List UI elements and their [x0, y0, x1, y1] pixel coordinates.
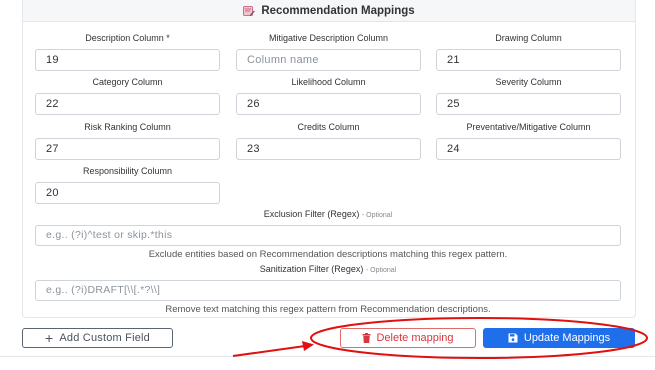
- field-label: Responsibility Column: [82, 166, 173, 176]
- field-responsibility-column: Responsibility Column 20: [35, 165, 220, 204]
- field-preventative-mitigative-column: Preventative/Mitigative Column 24: [436, 121, 621, 160]
- risk-ranking-column-input[interactable]: 27: [35, 138, 220, 160]
- exclusion-filter-help: Exclude entities based on Recommendation…: [148, 249, 508, 260]
- exclusion-filter-label-row: Exclusion Filter (Regex) - Optional: [35, 208, 621, 220]
- plus-icon: +: [44, 330, 54, 346]
- panel-header: Recommendation Mappings: [23, 0, 635, 22]
- sanitization-filter-input[interactable]: e.g.. (?i)DRAFT[\\[.*?\\]: [35, 280, 621, 301]
- trash-icon: [362, 333, 371, 343]
- delete-mapping-button[interactable]: Delete mapping: [340, 328, 476, 348]
- description-column-input[interactable]: 19: [35, 49, 220, 71]
- exclusion-filter-input[interactable]: e.g.. (?i)^test or skip.*this: [35, 225, 621, 246]
- responsibility-column-input[interactable]: 20: [35, 182, 220, 204]
- exclusion-filter-label: Exclusion Filter (Regex): [263, 209, 360, 219]
- edit-table-icon: [243, 5, 256, 16]
- field-mitigative-description-column: Mitigative Description Column Column nam…: [236, 32, 421, 71]
- field-label: Category Column: [92, 77, 163, 87]
- footer-divider: [0, 356, 655, 357]
- update-mappings-label: Update Mappings: [523, 332, 611, 344]
- severity-column-input[interactable]: 25: [436, 93, 621, 115]
- field-drawing-column: Drawing Column 21: [436, 32, 621, 71]
- field-label: Likelihood Column: [291, 77, 366, 87]
- credits-column-input[interactable]: 23: [236, 138, 421, 160]
- field-risk-ranking-column: Risk Ranking Column 27: [35, 121, 220, 160]
- category-column-input[interactable]: 22: [35, 93, 220, 115]
- add-custom-field-label: Add Custom Field: [59, 332, 151, 344]
- sanitization-filter-label: Sanitization Filter (Regex): [259, 264, 364, 274]
- sanitization-filter-help: Remove text matching this regex pattern …: [165, 304, 491, 315]
- mitigative-description-column-input[interactable]: Column name: [236, 49, 421, 71]
- update-mappings-button[interactable]: Update Mappings: [483, 328, 635, 348]
- delete-mapping-label: Delete mapping: [376, 332, 454, 344]
- field-label: Description Column *: [85, 33, 170, 43]
- sanitization-filter-label-row: Sanitization Filter (Regex) - Optional: [35, 263, 621, 275]
- panel-title: Recommendation Mappings: [261, 4, 415, 17]
- preventative-mitigative-column-input[interactable]: 24: [436, 138, 621, 160]
- recommendation-mappings-panel: Recommendation Mappings Description Colu…: [22, 0, 636, 318]
- field-severity-column: Severity Column 25: [436, 76, 621, 115]
- annotation-arrowhead: [302, 341, 314, 351]
- field-label: Drawing Column: [495, 33, 562, 43]
- save-icon: [508, 333, 518, 343]
- likelihood-column-input[interactable]: 26: [236, 93, 421, 115]
- field-label: Risk Ranking Column: [84, 122, 171, 132]
- optional-tag: - Optional: [365, 267, 397, 274]
- optional-tag: - Optional: [361, 212, 393, 219]
- field-credits-column: Credits Column 23: [236, 121, 421, 160]
- exclusion-filter-group: Exclusion Filter (Regex) - Optional e.g.…: [35, 208, 621, 260]
- field-label: Severity Column: [495, 77, 562, 87]
- annotation-arrow-line: [232, 345, 306, 357]
- drawing-column-input[interactable]: 21: [436, 49, 621, 71]
- add-custom-field-button[interactable]: + Add Custom Field: [22, 328, 173, 348]
- field-category-column: Category Column 22: [35, 76, 220, 115]
- field-label: Preventative/Mitigative Column: [466, 122, 591, 132]
- sanitization-filter-group: Sanitization Filter (Regex) - Optional e…: [35, 263, 621, 315]
- field-likelihood-column: Likelihood Column 26: [236, 76, 421, 115]
- field-description-column: Description Column * 19: [35, 32, 220, 71]
- field-label: Mitigative Description Column: [268, 33, 389, 43]
- field-label: Credits Column: [297, 122, 360, 132]
